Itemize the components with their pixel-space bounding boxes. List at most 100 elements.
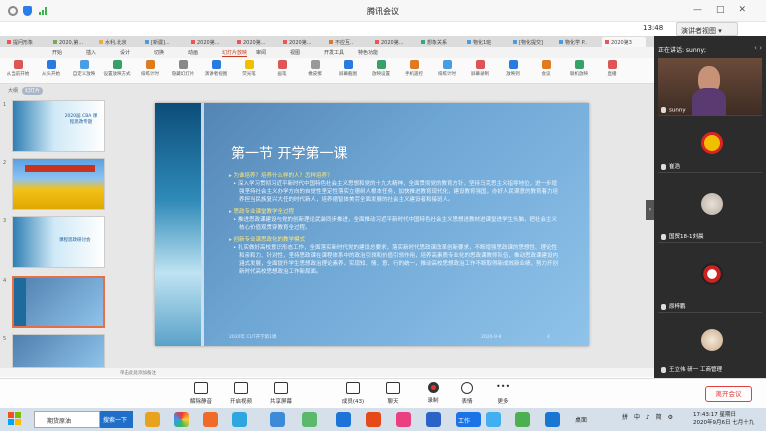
document-tab[interactable]: [物化提交] [510, 37, 554, 47]
participant-name: 崔浩 [661, 162, 680, 170]
document-tab[interactable]: 2020第... [372, 37, 416, 47]
notes-bar[interactable]: 单击此处添加备注 [0, 368, 654, 377]
ribbon-tab[interactable]: 设计 [120, 49, 130, 56]
toolbar-tool[interactable]: 联机放映 [565, 60, 593, 82]
ribbon-tab[interactable]: 开发工具 [324, 49, 344, 56]
document-tab[interactable]: 想象关系 [418, 37, 462, 47]
ribbon-tab[interactable]: 动画 [188, 49, 198, 56]
windows-start-icon[interactable] [8, 412, 22, 426]
toolbar-tool[interactable]: 直播 [598, 60, 626, 82]
toolbar-tool[interactable]: 从当前开始 [4, 60, 32, 82]
slide-thumbnail-3[interactable]: 课程思政研讨会 [12, 216, 105, 268]
document-tab[interactable]: 2020第... [188, 37, 232, 47]
toolbar-tool[interactable]: 会议 [532, 60, 560, 82]
document-tab[interactable]: 2020第... [234, 37, 278, 47]
toolbar-tool[interactable]: 荧光笔 [235, 60, 263, 82]
app-icon[interactable] [396, 412, 411, 427]
taskbar-search-input[interactable]: 期货原油 [34, 411, 100, 428]
slide-thumbnail-4-selected[interactable] [12, 276, 105, 328]
document-tab[interactable]: 2020,第... [50, 37, 94, 47]
toolbar-tool[interactable]: 设置放映方式 [103, 60, 131, 82]
leave-meeting-button[interactable]: 离开会议 [705, 386, 752, 402]
app-icon[interactable] [270, 412, 285, 427]
tray-item[interactable]: ⚙ [668, 414, 673, 421]
toolbar-tool[interactable]: 排练计时 [433, 60, 461, 82]
slide-panel-header[interactable]: 大纲 幻灯片 [8, 87, 44, 95]
emoji-button[interactable]: 表情 [450, 382, 484, 405]
slide-thumbnail-2[interactable] [12, 158, 105, 210]
document-tab[interactable]: [新疆]... [142, 37, 186, 47]
app-icon[interactable] [232, 412, 247, 427]
participant-tile[interactable]: 国贸18-1刘晨 [658, 175, 762, 243]
slides-tab[interactable]: 幻灯片 [22, 87, 44, 95]
ribbon-tab[interactable]: 幻灯片放映 [222, 49, 248, 57]
tray-item[interactable]: 拼 [622, 414, 628, 421]
toolbar-tool[interactable]: 屏幕截图 [334, 60, 362, 82]
document-tab[interactable]: 物化学 P.. [556, 37, 600, 47]
app-icon[interactable] [486, 412, 501, 427]
participant-avatar [701, 132, 723, 154]
tray-item[interactable]: ♪ [646, 414, 650, 421]
ribbon-tab[interactable]: 切换 [154, 49, 164, 56]
app-icon[interactable] [426, 412, 441, 427]
app-icon[interactable] [336, 412, 351, 427]
tray-item[interactable]: 中 [634, 414, 640, 421]
collapse-panel-button[interactable]: › [646, 200, 654, 220]
ribbon-tab[interactable]: 开始 [52, 49, 62, 56]
ribbon-tab[interactable]: 插入 [86, 49, 96, 56]
camera-button[interactable]: 开启视频 [224, 382, 258, 405]
toolbar-tool[interactable]: 放映设置 [367, 60, 395, 82]
app-icon[interactable] [302, 412, 317, 427]
ribbon-tab[interactable]: 视图 [290, 49, 300, 56]
app-icon[interactable] [366, 412, 381, 427]
document-tab[interactable]: 2020第... [280, 37, 324, 47]
document-tab[interactable]: 物化1班 [464, 37, 508, 47]
participant-tile[interactable]: 王立伟 研一 工商管理 [658, 315, 762, 375]
tool-label: 从头开始 [42, 72, 60, 77]
participant-tile[interactable]: 崔浩 [658, 118, 762, 173]
ribbon-tab[interactable]: 审阅 [256, 49, 266, 56]
toolbar-tool[interactable]: 隐藏幻灯片 [169, 60, 197, 82]
app-icon[interactable] [174, 412, 189, 427]
chat-button[interactable]: 聊天 [376, 382, 410, 405]
document-tab[interactable]: 提问形象 [4, 37, 48, 47]
tab-icon [191, 40, 195, 44]
outline-tab[interactable]: 大纲 [8, 88, 18, 94]
toolbar-tool[interactable]: 自定义放映 [70, 60, 98, 82]
wechat-icon[interactable] [515, 412, 530, 427]
slide-thumbnail-1[interactable]: 2020届 CBA 课程思政专题 [12, 100, 105, 152]
toolbar-tool[interactable]: 从头开始 [37, 60, 65, 82]
slide-thumbnail-5[interactable] [12, 334, 105, 368]
participant-tile[interactable]: 原梓鹏 [658, 245, 762, 313]
toolbar-tool[interactable]: 演讲者视图 [202, 60, 230, 82]
browser-icon[interactable] [145, 412, 160, 427]
participant-tile-video[interactable]: sunny [658, 58, 762, 116]
ribbon-tab[interactable]: 特色功能 [358, 49, 378, 56]
share-screen-button[interactable]: 共享屏幕 [264, 382, 298, 405]
taskbar-clock[interactable]: 17:43:17 星期日 2020年9月6日 七月十九 [693, 411, 754, 427]
app-icon[interactable] [203, 412, 218, 427]
document-tab[interactable]: 2020第3 [602, 37, 646, 47]
mic-muted-button[interactable]: 解除静音 [184, 382, 218, 405]
toolbar-tool[interactable]: 手机遥控 [400, 60, 428, 82]
toolbar-tool[interactable]: 排练计时 [136, 60, 164, 82]
window-controls[interactable]: —□✕ [693, 5, 760, 15]
tencent-meeting-icon[interactable] [545, 412, 560, 427]
record-button[interactable]: 录制 [416, 382, 450, 404]
tray-item[interactable]: 简 [656, 414, 662, 421]
toolbar-tool[interactable]: 橡皮擦 [301, 60, 329, 82]
work-app-icon[interactable]: 工作 [456, 412, 481, 427]
document-tab[interactable]: 水利,北京 [96, 37, 140, 47]
system-tray[interactable]: 拼 中 ♪ 简 ⚙ [622, 412, 677, 421]
toolbar-tool[interactable]: 画笔 [268, 60, 296, 82]
members-button[interactable]: 成员(43) [336, 382, 370, 405]
more-button[interactable]: ••• 更多 [486, 382, 520, 405]
document-tab[interactable]: 不应互.. [326, 37, 370, 47]
speaker-view-button[interactable]: 演讲者视图 ▾ [676, 22, 738, 36]
desktop-label[interactable]: 桌面 [575, 415, 587, 424]
taskbar-search-button[interactable]: 搜索一下 [100, 411, 133, 428]
panel-controls[interactable]: ‹ › [754, 44, 762, 52]
toolbar-tool[interactable]: 放映到 [499, 60, 527, 82]
toolbar-tool[interactable]: 屏幕录制 [466, 60, 494, 82]
tool-label: 排练计时 [438, 72, 456, 77]
